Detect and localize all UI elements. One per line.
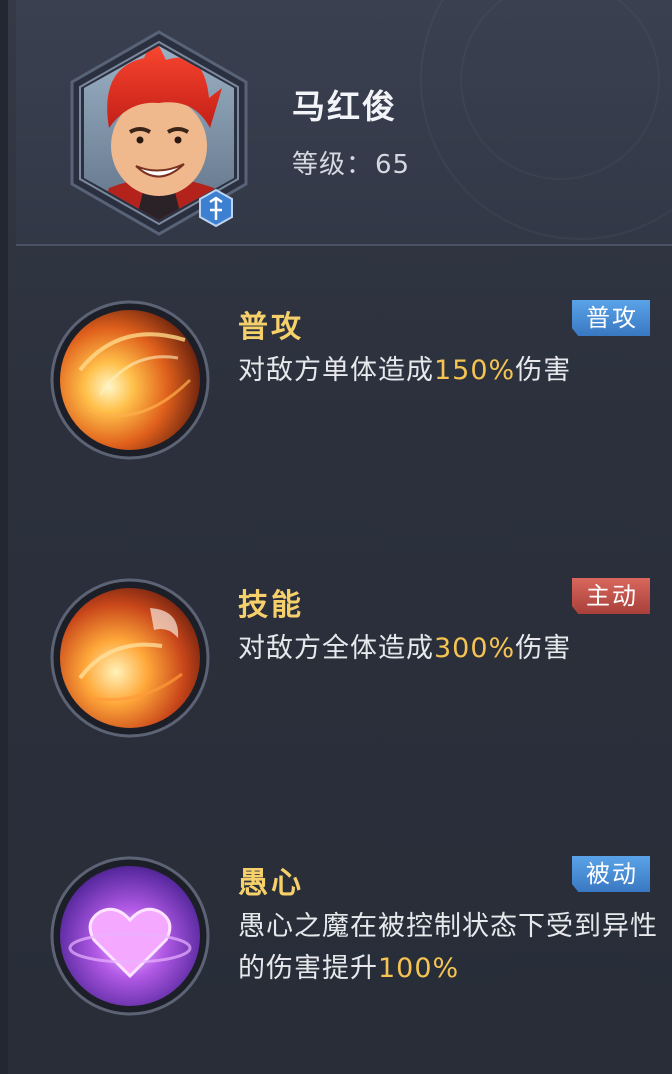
hero-header: 马红俊 等级：65: [16, 0, 672, 246]
skill-name: 技能: [238, 588, 304, 623]
desc-highlight-value: 100%: [378, 953, 460, 984]
desc-highlight-value: 300%: [434, 633, 516, 664]
skill-row-normal-attack[interactable]: 普攻 普攻 对敌方单体造成150%伤害: [16, 300, 672, 500]
skill-row-active[interactable]: 技能 主动 对敌方全体造成300%伤害: [16, 578, 672, 778]
level-label: 等级：: [292, 150, 374, 180]
purple-heart-icon[interactable]: [50, 856, 210, 1016]
hero-name: 马红俊: [292, 87, 397, 126]
level-value: 65: [375, 150, 411, 180]
skill-type-badge: 普攻: [572, 300, 650, 336]
desc-text: 伤害: [515, 355, 572, 386]
skill-type-badge: 被动: [572, 856, 650, 892]
skill-description: 愚心之魔在被控制状态下受到异性的伤害提升100%: [238, 906, 658, 990]
skill-description: 对敌方全体造成300%伤害: [238, 628, 658, 670]
phoenix-fire-icon[interactable]: [50, 578, 210, 738]
skill-type-badge: 主动: [572, 578, 650, 614]
desc-highlight-value: 150%: [434, 355, 516, 386]
fireball-icon[interactable]: [50, 300, 210, 460]
desc-text: 伤害: [515, 633, 572, 664]
desc-text: 对敌方全体造成: [238, 633, 434, 664]
hero-avatar[interactable]: [54, 28, 264, 238]
skill-description: 对敌方单体造成150%伤害: [238, 350, 658, 392]
skill-name: 普攻: [238, 310, 304, 345]
skill-name: 愚心: [238, 866, 304, 901]
desc-text: 对敌方单体造成: [238, 355, 434, 386]
hero-level: 等级：65: [292, 144, 410, 181]
hero-skill-panel: 马红俊 等级：65 普攻 普攻 对敌方单体造成150%伤害 技能 主动 对敌方全…: [0, 0, 672, 1074]
skill-row-passive[interactable]: 愚心 被动 愚心之魔在被控制状态下受到异性的伤害提升100%: [16, 856, 672, 1056]
